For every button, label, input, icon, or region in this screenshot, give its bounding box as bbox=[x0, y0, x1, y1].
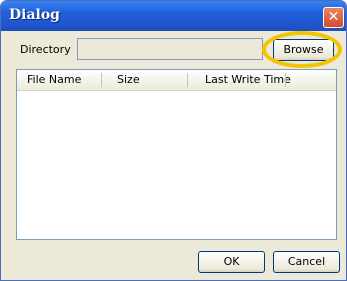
directory-field[interactable] bbox=[77, 38, 263, 60]
ok-button[interactable]: OK bbox=[198, 251, 265, 273]
directory-label: Directory bbox=[20, 43, 71, 56]
browse-button[interactable]: Browse bbox=[273, 39, 334, 61]
column-header-file-name[interactable]: File Name bbox=[27, 70, 81, 90]
column-header-last-write-time[interactable]: Last Write Time bbox=[205, 70, 291, 90]
column-header-size[interactable]: Size bbox=[117, 70, 140, 90]
window-title: Dialog bbox=[9, 7, 60, 23]
column-separator[interactable] bbox=[285, 73, 286, 87]
column-separator[interactable] bbox=[187, 73, 188, 87]
file-list-header: File Name Size Last Write Time bbox=[17, 70, 336, 91]
title-bar[interactable]: Dialog ✕ bbox=[1, 1, 346, 31]
cancel-button[interactable]: Cancel bbox=[273, 251, 340, 273]
column-separator[interactable] bbox=[101, 73, 102, 87]
close-button[interactable]: ✕ bbox=[323, 7, 344, 28]
close-icon: ✕ bbox=[327, 9, 340, 25]
file-list[interactable]: File Name Size Last Write Time bbox=[16, 69, 337, 240]
